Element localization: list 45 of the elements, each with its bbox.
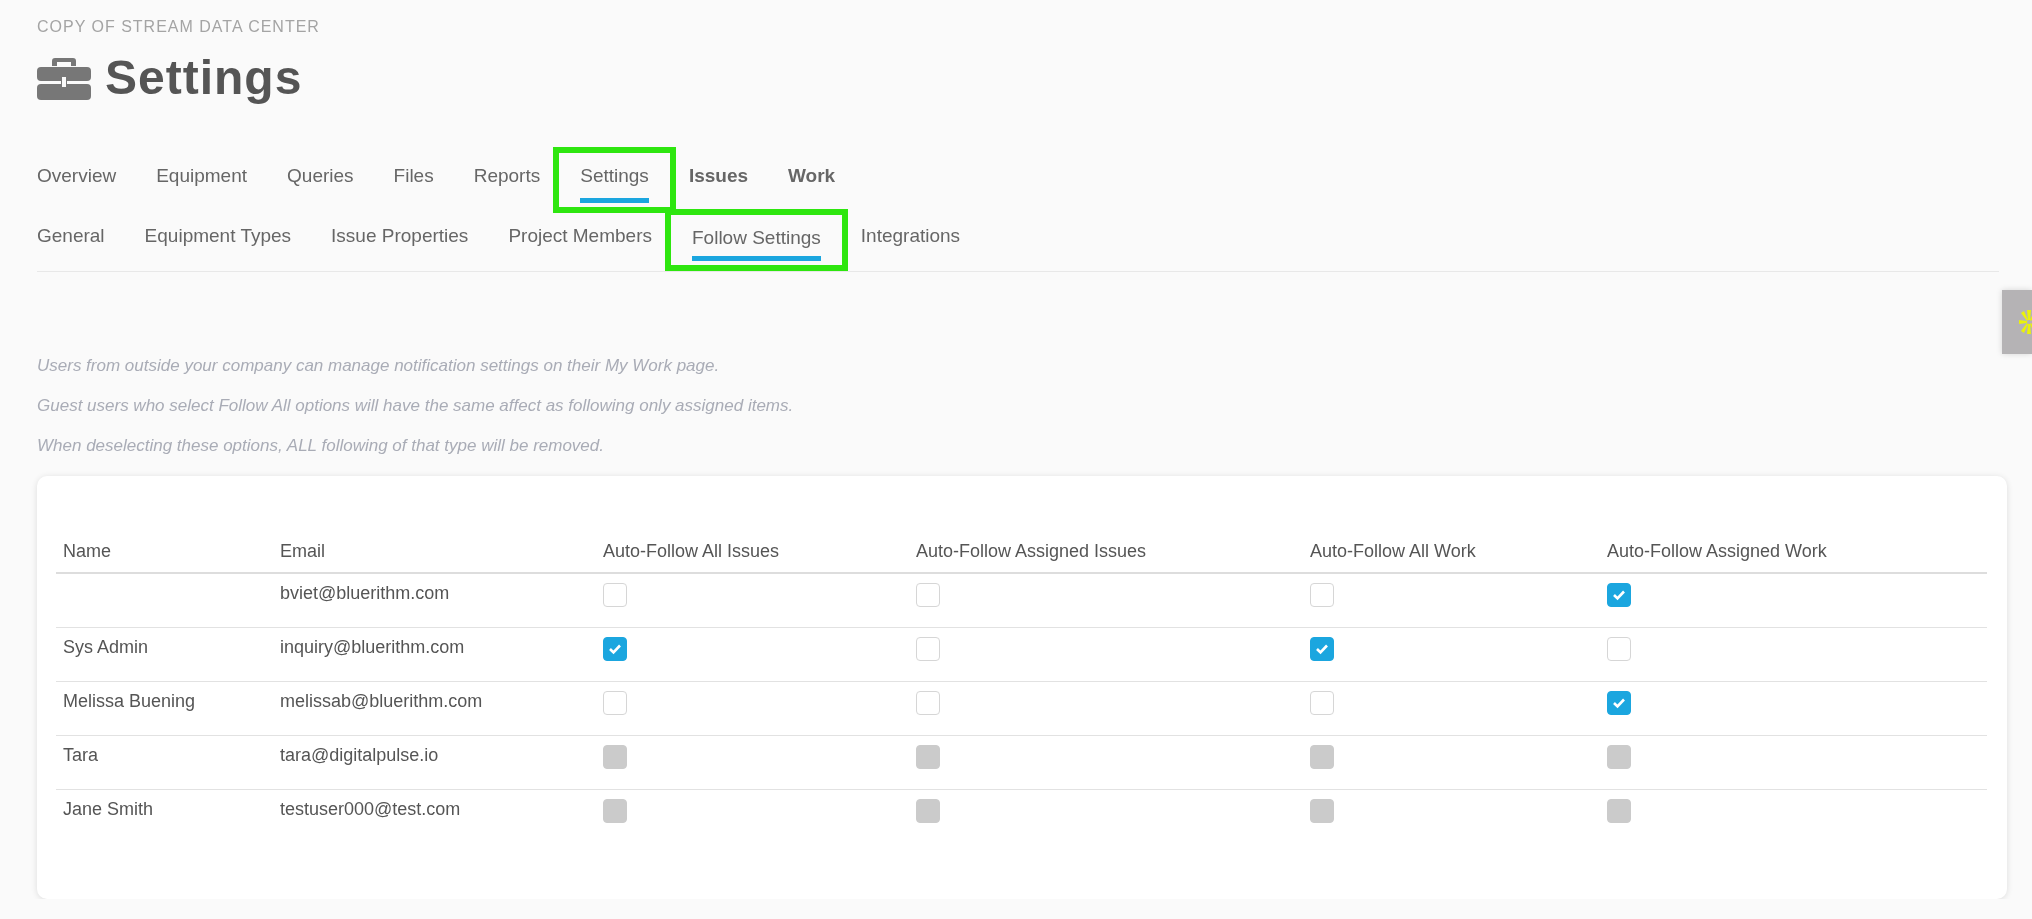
table-cell: melissab@bluerithm.com <box>273 681 596 736</box>
table-cell: Jane Smith <box>56 789 273 843</box>
nav-tab[interactable]: Queries <box>267 147 374 213</box>
checkbox[interactable] <box>1607 691 1631 715</box>
checkbox[interactable] <box>1310 691 1334 715</box>
table-cell: inquiry@bluerithm.com <box>273 627 596 682</box>
checkbox[interactable] <box>603 583 627 607</box>
checkbox[interactable] <box>916 637 940 661</box>
column-header: Auto-Follow Assigned Work <box>1600 531 1987 573</box>
project-name: COPY OF STREAM DATA CENTER <box>37 18 321 36</box>
checkmark-icon <box>1612 697 1626 709</box>
column-header: Auto-Follow All Work <box>1303 531 1600 573</box>
table-cell: Sys Admin <box>56 627 273 682</box>
checkbox[interactable] <box>603 691 627 715</box>
nav-tab[interactable]: Equipment <box>136 147 268 213</box>
checkmark-icon <box>1315 643 1329 655</box>
checkmark-icon <box>1612 589 1626 601</box>
info-note: When deselecting these options, ALL following of that type will be removed. <box>37 436 605 456</box>
table-cell: Tara <box>56 735 273 790</box>
column-header: Auto-Follow Assigned Issues <box>909 531 1303 573</box>
table-cell: testuser000@test.com <box>273 789 596 843</box>
checkbox[interactable] <box>916 691 940 715</box>
table-cell: tara@digitalpulse.io <box>273 735 596 790</box>
table-cell: Melissa Buening <box>56 681 273 736</box>
checkbox[interactable] <box>603 637 627 661</box>
checkbox[interactable] <box>1607 583 1631 607</box>
briefcase-icon <box>37 55 91 100</box>
column-header: Email <box>273 531 596 573</box>
column-header: Name <box>56 531 273 573</box>
checkbox[interactable] <box>916 583 940 607</box>
checkmark-icon <box>608 643 622 655</box>
page-title: Settings <box>105 50 303 105</box>
checkbox[interactable] <box>1310 637 1334 661</box>
nav-tab[interactable]: General <box>37 213 125 271</box>
info-note: Guest users who select Follow All options will have the same affect as following only assigned items. <box>37 396 795 416</box>
side-widget-button[interactable] <box>2002 290 2032 354</box>
nav-tab[interactable]: Equipment Types <box>124 213 312 271</box>
checkbox[interactable] <box>1310 583 1334 607</box>
nav-tab[interactable]: Issue Properties <box>311 213 489 271</box>
nav-tab[interactable]: Files <box>373 147 454 213</box>
table-cell: bviet@bluerithm.com <box>273 573 596 628</box>
info-note: Users from outside your company can manage notification settings on their My Work page. <box>37 356 721 376</box>
column-header: Auto-Follow All Issues <box>596 531 909 573</box>
checkbox[interactable] <box>1607 637 1631 661</box>
nav-tab[interactable]: Overview <box>37 147 137 213</box>
